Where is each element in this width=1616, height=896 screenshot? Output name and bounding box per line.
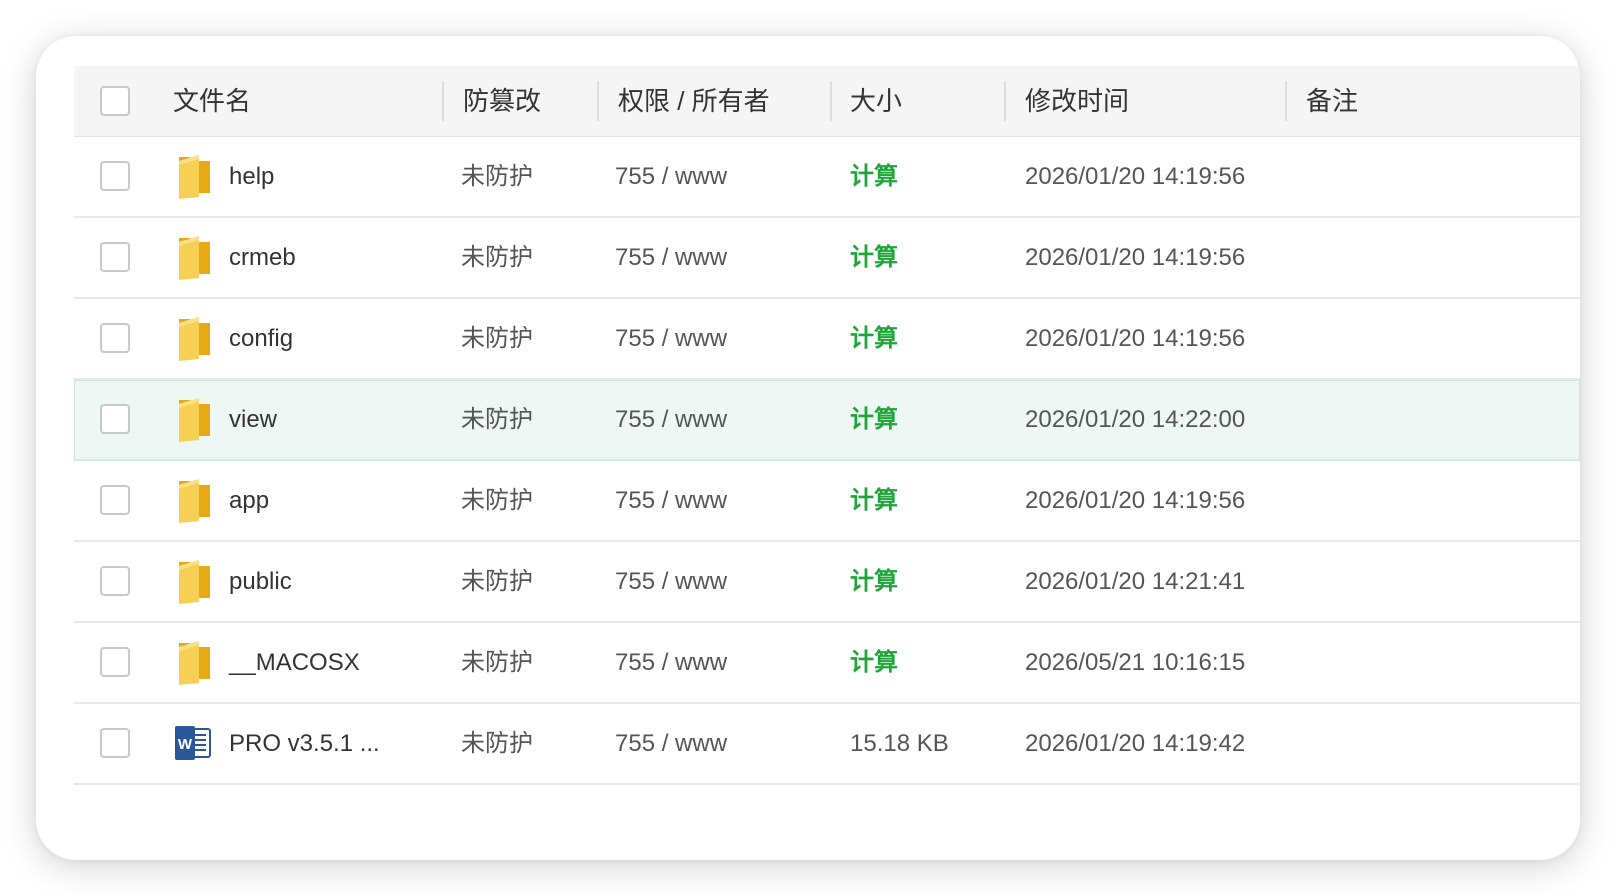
table-body: help 未防护 755 / www 计算 2026/01/20 14:19:56 crm…: [74, 137, 1580, 785]
modified-time: 2026/01/20 14:19:56: [1025, 163, 1246, 190]
permission-owner[interactable]: 755 / www: [615, 542, 727, 621]
row-checkbox[interactable]: [100, 404, 130, 434]
row-checkbox[interactable]: [100, 161, 130, 191]
calculate-size-link[interactable]: 计算: [850, 542, 898, 621]
protect-status[interactable]: 未防护: [461, 623, 533, 702]
folder-icon[interactable]: [177, 558, 213, 604]
column-header-note: 备注: [1306, 86, 1359, 116]
file-name-link[interactable]: PRO v3.5.1 ...: [229, 704, 380, 783]
column-header-size[interactable]: 大小: [850, 66, 902, 136]
table-row[interactable]: __MACOSX 未防护 755 / www 计算 2026/05/21 10:16:1…: [74, 623, 1580, 704]
modified-time: 2026/01/20 14:19:42: [1025, 730, 1246, 757]
protect-status[interactable]: 未防护: [461, 218, 533, 297]
table-row[interactable]: crmeb 未防护 755 / www 计算 2026/01/20 14:19:56: [74, 218, 1580, 299]
folder-icon[interactable]: [177, 477, 213, 523]
permission-owner[interactable]: 755 / www: [615, 380, 727, 459]
row-checkbox[interactable]: [100, 323, 130, 353]
file-table: 文件名 防篡改 权限 / 所有者 大小 修改时间 备注 help 未防护 755 /…: [74, 66, 1580, 785]
column-header-protect: 防篡改: [463, 86, 542, 116]
file-name-link[interactable]: public: [229, 542, 292, 621]
column-divider[interactable]: [597, 81, 599, 121]
column-divider[interactable]: [1004, 81, 1006, 121]
calculate-size-link[interactable]: 计算: [850, 299, 898, 378]
file-name-link[interactable]: crmeb: [229, 218, 296, 297]
modified-time: 2026/01/20 14:19:56: [1025, 325, 1246, 352]
folder-icon[interactable]: [177, 234, 213, 280]
file-size: 15.18 KB: [850, 730, 949, 757]
folder-icon[interactable]: [177, 396, 213, 442]
modified-time: 2026/01/20 14:21:41: [1025, 568, 1246, 595]
row-checkbox[interactable]: [100, 485, 130, 515]
column-divider[interactable]: [442, 81, 444, 121]
calculate-size-link[interactable]: 计算: [850, 623, 898, 702]
file-name-link[interactable]: config: [229, 299, 293, 378]
folder-icon[interactable]: [177, 639, 213, 685]
column-divider[interactable]: [830, 81, 832, 121]
table-row[interactable]: public 未防护 755 / www 计算 2026/01/20 14:21:41: [74, 542, 1580, 623]
protect-status[interactable]: 未防护: [461, 542, 533, 621]
table-row[interactable]: W PRO v3.5.1 ... 未防护 755 / www 15.18 KB 2026/…: [74, 704, 1580, 785]
table-row[interactable]: help 未防护 755 / www 计算 2026/01/20 14:19:56: [74, 137, 1580, 218]
folder-icon[interactable]: [177, 153, 213, 199]
modified-time: 2026/01/20 14:19:56: [1025, 487, 1246, 514]
protect-status[interactable]: 未防护: [461, 299, 533, 378]
calculate-size-link[interactable]: 计算: [850, 218, 898, 297]
protect-status[interactable]: 未防护: [461, 137, 533, 216]
row-checkbox[interactable]: [100, 647, 130, 677]
permission-owner[interactable]: 755 / www: [615, 137, 727, 216]
row-checkbox[interactable]: [100, 242, 130, 272]
calculate-size-link[interactable]: 计算: [850, 380, 898, 459]
table-row[interactable]: config 未防护 755 / www 计算 2026/01/20 14:19:56: [74, 299, 1580, 380]
calculate-size-link[interactable]: 计算: [850, 137, 898, 216]
file-name-link[interactable]: view: [229, 380, 277, 459]
permission-owner[interactable]: 755 / www: [615, 623, 727, 702]
protect-status[interactable]: 未防护: [461, 704, 533, 783]
column-header-name[interactable]: 文件名: [173, 66, 251, 136]
modified-time: 2026/01/20 14:19:56: [1025, 244, 1246, 271]
permission-owner[interactable]: 755 / www: [615, 299, 727, 378]
file-name-link[interactable]: help: [229, 137, 274, 216]
calculate-size-link[interactable]: 计算: [850, 461, 898, 540]
row-checkbox[interactable]: [100, 566, 130, 596]
permission-owner[interactable]: 755 / www: [615, 704, 727, 783]
file-name-link[interactable]: __MACOSX: [229, 623, 360, 702]
protect-status[interactable]: 未防护: [461, 380, 533, 459]
table-row[interactable]: app 未防护 755 / www 计算 2026/01/20 14:19:56: [74, 461, 1580, 542]
permission-owner[interactable]: 755 / www: [615, 461, 727, 540]
table-row[interactable]: view 未防护 755 / www 计算 2026/01/20 14:22:00: [74, 380, 1580, 461]
row-checkbox[interactable]: [100, 728, 130, 758]
folder-icon[interactable]: [177, 315, 213, 361]
modified-time: 2026/01/20 14:22:00: [1025, 406, 1246, 433]
column-divider[interactable]: [1285, 81, 1287, 121]
file-manager-panel: 文件名 防篡改 权限 / 所有者 大小 修改时间 备注 help 未防护 755 /…: [36, 36, 1580, 860]
table-header: 文件名 防篡改 权限 / 所有者 大小 修改时间 备注: [74, 66, 1580, 137]
file-name-link[interactable]: app: [229, 461, 269, 540]
select-all-checkbox[interactable]: [100, 86, 130, 116]
column-header-permission: 权限 / 所有者: [618, 86, 770, 116]
word-document-icon[interactable]: W: [174, 726, 212, 760]
protect-status[interactable]: 未防护: [461, 461, 533, 540]
column-header-mtime[interactable]: 修改时间: [1025, 66, 1129, 136]
svg-text:W: W: [178, 736, 193, 753]
modified-time: 2026/05/21 10:16:15: [1025, 649, 1246, 676]
permission-owner[interactable]: 755 / www: [615, 218, 727, 297]
